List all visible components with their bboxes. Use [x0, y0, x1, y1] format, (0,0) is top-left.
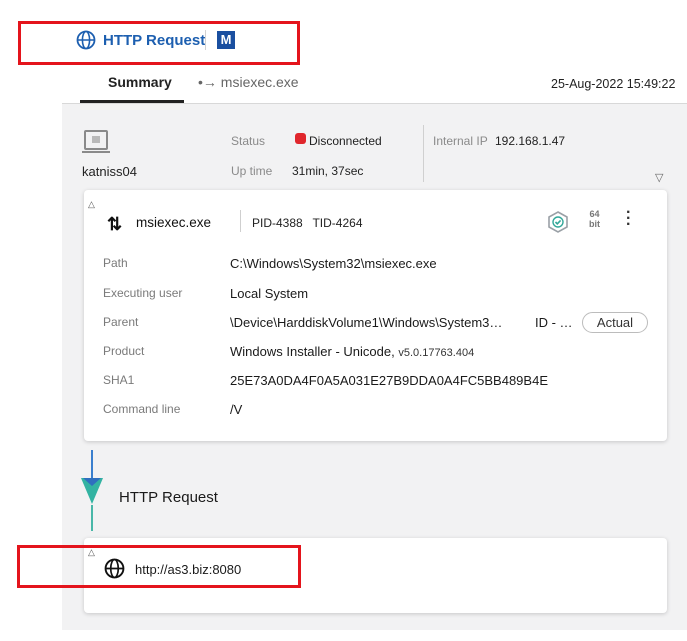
collapse-triangle-icon[interactable]: △ [88, 199, 95, 210]
hostname[interactable]: katniss04 [82, 164, 137, 179]
computer-icon [84, 130, 108, 150]
flow-arrow-icon [81, 478, 103, 504]
product-value: Windows Installer - Unicode, v5.0.17763.… [230, 344, 474, 359]
status-value: Disconnected [309, 134, 382, 148]
tab-msiexec[interactable]: •→ msiexec.exe [198, 74, 299, 90]
command-line-label: Command line [103, 402, 181, 416]
internal-ip-value: 192.168.1.47 [495, 134, 566, 148]
user-label: Executing user [103, 286, 183, 300]
architecture-badge: 64 bit [589, 209, 600, 229]
process-header-divider [240, 210, 241, 232]
tab-summary[interactable]: Summary [108, 74, 172, 90]
host-info-divider [423, 125, 424, 182]
pid-tid: PID-4388 TID-4264 [252, 216, 363, 230]
product-label: Product [103, 344, 145, 358]
status-indicator [295, 133, 306, 144]
parent-label: Parent [103, 315, 139, 329]
parent-id: ID - … [535, 315, 573, 330]
sha1-label: SHA1 [103, 373, 135, 387]
architecture-bits: 64 [589, 209, 600, 219]
flow-event-label: HTTP Request [119, 489, 218, 506]
timestamp: 25-Aug-2022 15:49:22 [551, 77, 676, 91]
path-label: Path [103, 256, 128, 270]
status-label: Status [231, 134, 266, 148]
process-name[interactable]: msiexec.exe [136, 215, 211, 230]
product-version: v5.0.17763.404 [398, 347, 475, 359]
uptime-value: 31min, 37sec [292, 164, 364, 178]
command-line-value: /V [230, 402, 243, 417]
flow-line-bottom [91, 505, 93, 531]
product-name: Windows Installer - Unicode, [230, 344, 395, 359]
tab-divider [62, 103, 687, 104]
highlight-box-url [17, 545, 301, 588]
actual-button[interactable]: Actual [582, 312, 648, 333]
internal-ip-label: Internal IP [433, 134, 488, 148]
user-value: Local System [230, 286, 309, 301]
flow-line-top [91, 450, 93, 478]
uptime-label: Up time [231, 164, 273, 178]
kebab-menu-icon[interactable]: · · · [626, 205, 631, 233]
computer-icon-base [82, 151, 110, 153]
highlight-box-header [18, 21, 300, 65]
path-value: C:\Windows\System32\msiexec.exe [230, 256, 437, 271]
parent-value[interactable]: \Device\HarddiskVolume1\Windows\System3… [230, 315, 502, 330]
sha1-value: 25E73A0DA4F0A5A031E27B9DDA0A4FC5BB489B4E [230, 373, 548, 388]
expand-triangle-icon[interactable]: ▽ [655, 171, 663, 184]
architecture-unit: bit [589, 219, 600, 229]
swap-arrows-icon: ⇅ [107, 214, 123, 234]
shield-check-icon [548, 211, 568, 233]
